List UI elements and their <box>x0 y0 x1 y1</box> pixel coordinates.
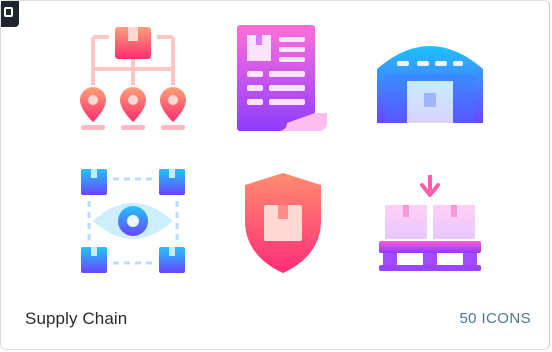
package-protection-icon[interactable] <box>241 171 325 275</box>
pallet-loading-icon[interactable] <box>377 173 483 273</box>
distribution-network-icon[interactable] <box>79 25 187 133</box>
icon-pack-card[interactable]: Supply Chain 50 ICONS <box>0 0 550 350</box>
icon-preview-grid <box>1 1 552 291</box>
warehouse-icon[interactable] <box>375 31 485 125</box>
pack-title[interactable]: Supply Chain <box>25 309 127 329</box>
collection-badge-icon[interactable] <box>1 1 19 27</box>
invoice-document-icon[interactable] <box>233 23 333 133</box>
icon-count-label: 50 ICONS <box>459 310 531 327</box>
package-monitoring-icon[interactable] <box>79 167 187 277</box>
card-footer: Supply Chain 50 ICONS <box>1 309 549 341</box>
